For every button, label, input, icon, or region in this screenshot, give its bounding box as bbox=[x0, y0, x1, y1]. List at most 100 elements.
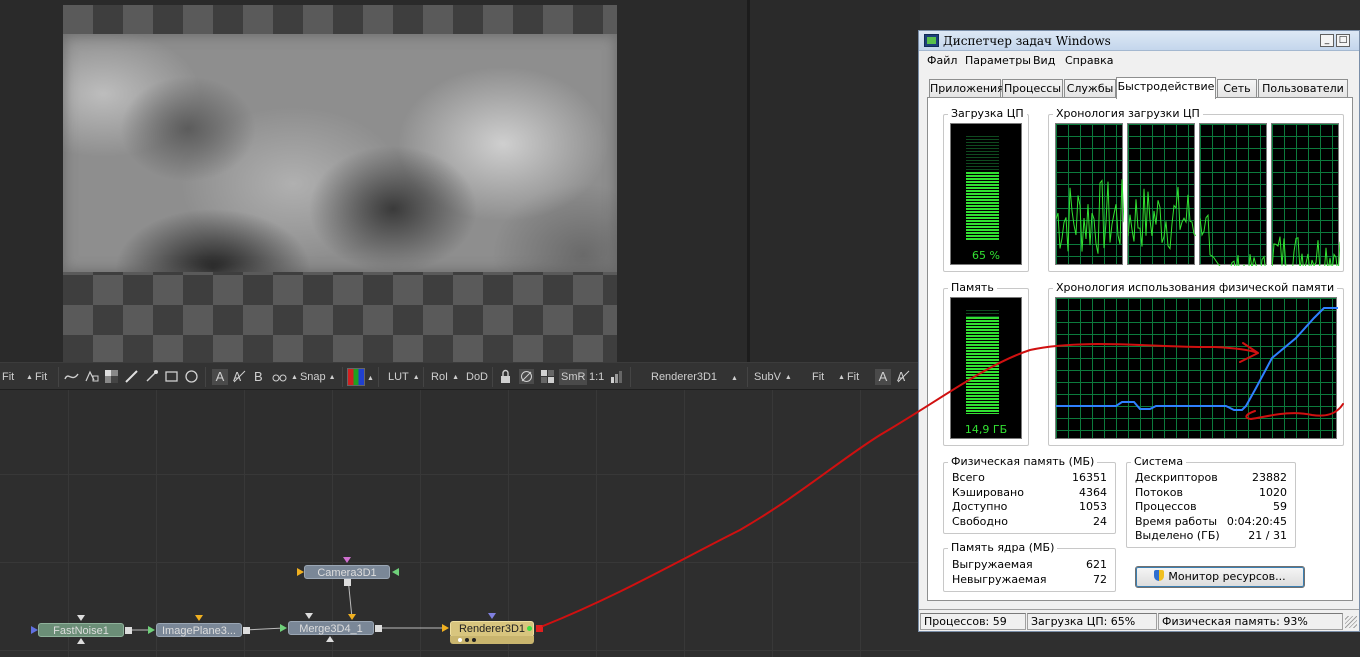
memory-group: Память 14,9 ГБ bbox=[943, 281, 1029, 446]
snap-dropdown[interactable]: ▲ Snap ▲ bbox=[291, 369, 338, 385]
checker-toggle-icon[interactable] bbox=[540, 369, 555, 384]
ellipse-tool-icon[interactable] bbox=[184, 369, 199, 384]
stat-value: 59 bbox=[1273, 500, 1287, 513]
status-bar: Процессов: 59 Загрузка ЦП: 65% Физическа… bbox=[919, 609, 1359, 631]
status-processes: Процессов: 59 bbox=[920, 613, 1026, 630]
bspline-tool-icon[interactable] bbox=[84, 369, 99, 384]
viewer-left[interactable] bbox=[0, 0, 747, 362]
text-a-button-right[interactable]: A bbox=[875, 369, 891, 385]
tab-services[interactable]: Службы bbox=[1064, 79, 1116, 98]
toolbar-separator bbox=[342, 367, 343, 387]
port-output-square[interactable] bbox=[536, 625, 543, 632]
port-output-square[interactable] bbox=[344, 579, 351, 586]
menu-view[interactable]: Вид bbox=[1033, 54, 1055, 67]
node-imageplane3d[interactable]: ImagePlane3... bbox=[156, 623, 242, 637]
node-renderer3d[interactable]: Renderer3D1 bbox=[450, 621, 534, 637]
levels-icon[interactable] bbox=[609, 369, 624, 384]
menu-options[interactable]: Параметры bbox=[965, 54, 1031, 67]
gradient-tool-icon[interactable] bbox=[104, 369, 119, 384]
port-input[interactable] bbox=[31, 626, 38, 634]
magic-wand-icon[interactable] bbox=[144, 369, 159, 384]
arrow-up-icon[interactable]: ▲ bbox=[731, 371, 738, 387]
arrow-up-icon: ▲ bbox=[26, 374, 33, 381]
cpu-core-trace-line bbox=[1272, 236, 1340, 266]
resize-grip-icon[interactable] bbox=[1345, 616, 1357, 628]
stat-value: 4364 bbox=[1079, 486, 1107, 499]
toolbar-separator bbox=[630, 367, 631, 387]
port-input[interactable] bbox=[488, 613, 496, 619]
proxy-icon[interactable] bbox=[519, 369, 534, 384]
cpu-core-trace-line bbox=[1200, 213, 1266, 266]
glasses-icon[interactable] bbox=[272, 369, 287, 384]
flow-view[interactable]: Camera3D1 FastNoise1 ImagePlane3... Merg… bbox=[0, 390, 920, 657]
paint-brush-icon[interactable] bbox=[124, 369, 139, 384]
node-fastnoise[interactable]: FastNoise1 bbox=[38, 623, 124, 637]
maximize-button[interactable]: □ bbox=[1336, 34, 1350, 47]
view-indicator-icon[interactable] bbox=[458, 638, 462, 642]
fit-button-c[interactable]: Fit bbox=[812, 369, 824, 385]
text-a-button[interactable]: A bbox=[212, 369, 228, 385]
toolbar-separator bbox=[747, 367, 748, 387]
port-output-square[interactable] bbox=[375, 625, 382, 632]
physical-memory-group: Физическая память (МБ) Всего 16351 Кэширо… bbox=[943, 455, 1116, 534]
system-title: Система bbox=[1131, 455, 1187, 468]
port-input[interactable] bbox=[305, 613, 313, 619]
viewing-node-label: Renderer3D1 bbox=[651, 371, 718, 383]
task-manager-window[interactable]: Диспетчер задач Windows _ □ Файл Парамет… bbox=[918, 30, 1360, 632]
cpu-usage-value: 65 % bbox=[972, 249, 1000, 262]
toolbar-separator bbox=[378, 367, 379, 387]
stat-value: 621 bbox=[1086, 558, 1107, 571]
tab-applications[interactable]: Приложения bbox=[929, 79, 1004, 98]
node-label: Renderer3D1 bbox=[458, 623, 526, 635]
tab-users[interactable]: Пользователи bbox=[1258, 79, 1348, 98]
port-effect-mask[interactable] bbox=[326, 636, 334, 642]
one-to-one-button[interactable]: 1:1 bbox=[589, 369, 604, 385]
ab-toggle-icon[interactable]: A bbox=[896, 369, 911, 384]
tab-networking[interactable]: Сеть bbox=[1217, 79, 1257, 98]
tab-performance[interactable]: Быстродействие bbox=[1116, 77, 1216, 99]
port-output-square[interactable] bbox=[243, 627, 250, 634]
fit-button-d[interactable]: ▲ Fit bbox=[838, 369, 859, 385]
cpu-history-group: Хронология загрузки ЦП bbox=[1048, 107, 1344, 272]
resource-monitor-button[interactable]: Монитор ресурсов... bbox=[1135, 566, 1305, 588]
stat-value: 23882 bbox=[1252, 471, 1287, 484]
smr-button[interactable]: SmR bbox=[559, 369, 588, 385]
fit-label: Fit bbox=[846, 371, 860, 383]
lock-icon[interactable] bbox=[498, 369, 513, 384]
port-input[interactable] bbox=[195, 615, 203, 621]
fit-button-b[interactable]: ▲ Fit bbox=[26, 369, 47, 385]
color-channels-swatch[interactable] bbox=[347, 368, 365, 386]
tab-processes[interactable]: Процессы bbox=[1002, 79, 1063, 98]
roi-dropdown[interactable]: RoI ▲ bbox=[431, 369, 461, 385]
stat-row: Невыгружаемая 72 bbox=[952, 573, 1107, 588]
port-output[interactable] bbox=[392, 568, 399, 576]
port-input[interactable] bbox=[297, 568, 304, 576]
menu-file[interactable]: Файл bbox=[927, 54, 957, 67]
port-effect-mask[interactable] bbox=[77, 638, 85, 644]
rectangle-tool-icon[interactable] bbox=[164, 369, 179, 384]
lut-dropdown[interactable]: LUT ▲ bbox=[388, 369, 422, 385]
view-indicator-icon[interactable] bbox=[472, 638, 476, 642]
minimize-button[interactable]: _ bbox=[1320, 34, 1334, 47]
physical-memory-title: Физическая память (МБ) bbox=[948, 455, 1098, 468]
title-bar[interactable]: Диспетчер задач Windows _ □ bbox=[919, 31, 1359, 51]
port-input[interactable] bbox=[77, 615, 85, 621]
text-b-button[interactable]: B bbox=[254, 369, 263, 385]
subview-dropdown[interactable]: SubV ▲ bbox=[754, 369, 794, 385]
arrow-up-icon: ▲ bbox=[328, 374, 336, 381]
node-merge3d[interactable]: Merge3D4_1 bbox=[288, 621, 374, 635]
ab-toggle-icon[interactable]: A bbox=[232, 369, 247, 384]
port-output-square[interactable] bbox=[125, 627, 132, 634]
viewer-right[interactable] bbox=[750, 0, 920, 362]
dod-button[interactable]: DoD bbox=[466, 369, 488, 385]
node-camera3d[interactable]: Camera3D1 bbox=[304, 565, 390, 579]
task-manager-icon bbox=[924, 34, 939, 47]
stat-key: Потоков bbox=[1135, 486, 1183, 499]
arrow-up-icon[interactable]: ▲ bbox=[367, 371, 374, 387]
fit-button-a[interactable]: Fit bbox=[2, 369, 14, 385]
performance-panel: Загрузка ЦП 65 % Хронология загрузки ЦП … bbox=[927, 97, 1353, 601]
menu-help[interactable]: Справка bbox=[1065, 54, 1113, 67]
view-indicator-icon[interactable] bbox=[465, 638, 469, 642]
curve-tool-icon[interactable] bbox=[64, 369, 79, 384]
port-input[interactable] bbox=[343, 557, 351, 563]
